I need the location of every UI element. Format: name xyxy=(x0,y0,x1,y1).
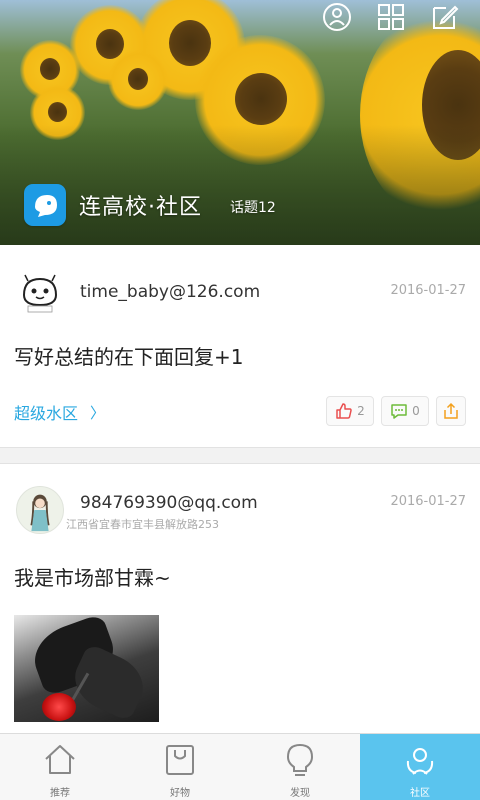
bottom-nav: 推荐 好物 发现 社区 xyxy=(0,733,480,800)
topic-count[interactable]: 话题12 xyxy=(230,197,276,217)
header-toolbar xyxy=(320,0,480,34)
nav-label: 发现 xyxy=(290,788,310,799)
chevron-right-icon: 〉 xyxy=(90,403,106,422)
compose-icon[interactable] xyxy=(428,0,462,34)
like-count: 2 xyxy=(357,404,365,418)
sunflower-decor xyxy=(108,50,168,110)
avatar[interactable] xyxy=(16,269,64,317)
home-icon xyxy=(45,745,75,774)
grid-icon[interactable] xyxy=(374,0,408,34)
nav-item-recommend[interactable]: 推荐 xyxy=(0,734,120,800)
community-icon xyxy=(406,748,434,775)
post-card[interactable]: time_baby@126.com 2016-01-27 写好总结的在下面回复+… xyxy=(0,245,480,448)
post-card[interactable]: 984769390@qq.com 2016-01-27 江西省宜春市宜丰县解放路… xyxy=(0,463,480,733)
post-author[interactable]: 984769390@qq.com xyxy=(80,493,258,513)
comment-count: 0 xyxy=(412,404,420,418)
board-link[interactable]: 超级水区 〉 xyxy=(14,400,105,424)
post-content[interactable]: 我是市场部甘霖~ xyxy=(14,562,171,591)
nav-label: 推荐 xyxy=(50,788,70,799)
post-date: 2016-01-27 xyxy=(390,283,466,298)
post-location: 江西省宜春市宜丰县解放路253 xyxy=(66,518,219,531)
post-author[interactable]: time_baby@126.com xyxy=(80,282,260,302)
share-button[interactable] xyxy=(436,396,466,426)
nav-label: 好物 xyxy=(170,788,190,799)
app-logo-icon xyxy=(24,184,66,226)
post-date: 2016-01-27 xyxy=(390,494,466,509)
community-title: 连高校·社区 xyxy=(79,195,202,220)
nav-label: 社区 xyxy=(410,788,430,799)
avatar[interactable] xyxy=(16,486,64,534)
profile-icon[interactable] xyxy=(320,0,354,34)
hero-banner: 连高校·社区 话题12 xyxy=(0,0,480,245)
nav-item-goods[interactable]: 好物 xyxy=(120,734,240,800)
community-brand: 连高校·社区 话题12 xyxy=(24,183,276,227)
like-button[interactable]: 2 xyxy=(326,396,374,426)
share-icon xyxy=(444,402,458,419)
shopping-bag-icon xyxy=(166,745,194,775)
comment-icon xyxy=(391,404,407,419)
comment-button[interactable]: 0 xyxy=(381,396,429,426)
board-name: 超级水区 xyxy=(14,404,79,423)
thumbs-up-icon xyxy=(336,403,352,419)
nav-item-discover[interactable]: 发现 xyxy=(240,734,360,800)
nav-item-community[interactable]: 社区 xyxy=(360,734,480,800)
lightbulb-icon xyxy=(286,743,314,776)
post-actions: 2 0 xyxy=(326,396,466,426)
post-content[interactable]: 写好总结的在下面回复+1 xyxy=(14,341,243,370)
post-image[interactable] xyxy=(14,615,159,722)
